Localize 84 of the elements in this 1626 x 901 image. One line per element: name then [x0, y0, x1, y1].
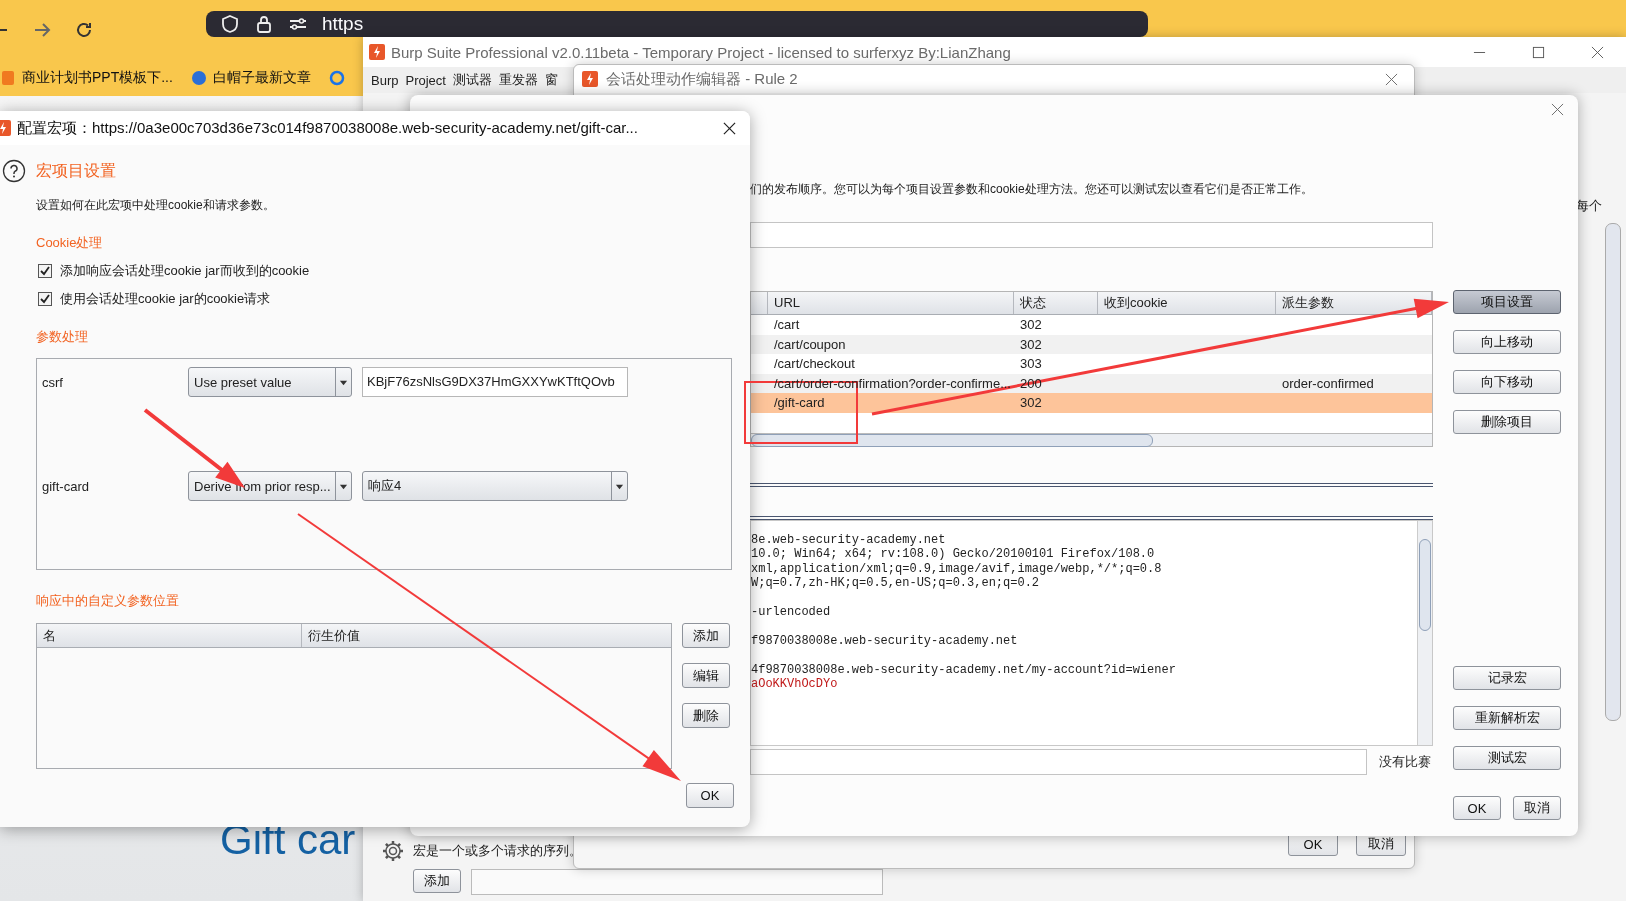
- burp-logo-icon: [369, 44, 385, 60]
- ok-button[interactable]: OK: [1453, 796, 1501, 820]
- add-button[interactable]: 添加: [413, 869, 461, 893]
- table-cell-text: /cart: [773, 316, 801, 334]
- cancel-button[interactable]: 取消: [1513, 796, 1561, 820]
- macro-button[interactable]: 记录宏: [1453, 666, 1561, 690]
- table-button[interactable]: 添加: [682, 623, 730, 648]
- description-text: 设置如何在此宏项中处理cookie和请求参数。: [36, 197, 275, 214]
- table-cell-text: 302: [1019, 394, 1043, 412]
- macro-note: 宏是一个或多个请求的序列。: [413, 842, 582, 860]
- option-text: 每个: [1576, 197, 1602, 215]
- maximize-icon[interactable]: [1532, 45, 1545, 59]
- reload-icon[interactable]: [74, 20, 94, 40]
- parameter-name: gift-card: [41, 478, 90, 494]
- menu-item[interactable]: 重发器: [498, 71, 538, 89]
- search-field[interactable]: [750, 749, 1367, 775]
- input-field[interactable]: [750, 222, 1433, 248]
- request-line: xml,application/xml;q=0.9,image/avif,image/webp,*/*;q=0.8: [751, 561, 1162, 577]
- column-header[interactable]: 状态: [1020, 295, 1046, 310]
- column-header[interactable]: 派生参数: [1282, 295, 1334, 310]
- column-header[interactable]: 收到cookie: [1104, 295, 1168, 310]
- macro-button[interactable]: 测试宏: [1453, 746, 1561, 770]
- item-button[interactable]: 向下移动: [1453, 370, 1561, 394]
- window-title: 会话处理动作编辑器 - Rule 2: [606, 69, 798, 89]
- match-status: 没有比赛: [1379, 753, 1431, 771]
- item-button[interactable]: 项目设置: [1453, 290, 1561, 314]
- bookmark[interactable]: 商业计划书PPT模板下...: [22, 69, 173, 87]
- table-cell-text: /gift-card: [773, 394, 826, 412]
- item-button[interactable]: 向上移动: [1453, 330, 1561, 354]
- macro-button[interactable]: 重新解析宏: [1453, 706, 1561, 730]
- checkbox-label: 添加响应会话处理cookie jar而收到的cookie: [60, 262, 310, 280]
- description-text: 们的发布顺序。您可以为每个项目设置参数和cookie处理方法。您还可以测试宏以查看它们是否正常工作。: [750, 181, 1314, 198]
- window-title: Burp Suite Professional v2.0.11beta - Temporary Project - licensed to surferxyz By:LianZhang: [391, 43, 1011, 61]
- value-dropdown[interactable]: 响应4: [362, 471, 628, 501]
- section-label: Cookie处理: [36, 234, 103, 252]
- table-cell-text: 303: [1019, 355, 1043, 373]
- request-line: 10.0; Win64; x64; rv:108.0) Gecko/20100101 Firefox/108.0: [751, 547, 1155, 562]
- column-header[interactable]: URL: [774, 295, 800, 310]
- request-line: 4f9870038008e.web-security-academy.net/my-account?id=wiener: [751, 662, 1176, 677]
- scrollbar[interactable]: [1417, 521, 1432, 745]
- request-line: aOoKKVhOcDYo: [751, 677, 838, 692]
- address-bar[interactable]: https: [206, 11, 1148, 37]
- request-line: W;q=0.7,zh-HK;q=0.5,en-US;q=0.3,en;q=0.2: [751, 576, 1040, 591]
- close-icon[interactable]: [723, 121, 736, 135]
- menu-item[interactable]: 测试器: [452, 71, 492, 89]
- table-cell: order-confirmed: [1282, 375, 1374, 391]
- table-button[interactable]: 编辑: [682, 663, 730, 688]
- parameter-name: csrf: [41, 374, 64, 390]
- lock-icon[interactable]: [254, 14, 274, 34]
- table-cell-text: /cart/coupon: [773, 335, 847, 354]
- item-button[interactable]: 删除项目: [1453, 410, 1561, 434]
- column-header[interactable]: 名: [37, 624, 302, 647]
- bookmark[interactable]: 白帽子最新文章: [212, 69, 311, 87]
- mode-dropdown[interactable]: Use preset value: [188, 367, 352, 397]
- request-line: -urlencoded: [751, 605, 831, 620]
- scrollbar[interactable]: [1605, 223, 1621, 721]
- ok-button[interactable]: OK: [686, 783, 734, 808]
- close-icon[interactable]: [1591, 45, 1604, 59]
- input-field[interactable]: [471, 869, 883, 895]
- section-label: 响应中的自定义参数位置: [36, 592, 179, 610]
- checkbox[interactable]: [38, 292, 52, 306]
- table-row[interactable]: /gift-card 302: [751, 393, 1432, 413]
- checkbox[interactable]: [38, 264, 52, 278]
- table-button[interactable]: 删除: [682, 703, 730, 728]
- request-line: f9870038008e.web-security-academy.net: [751, 633, 1018, 649]
- table-cell-text: 302: [1019, 335, 1043, 354]
- menu-item[interactable]: 窗: [544, 71, 558, 89]
- dialog-title: 配置宏项：https://0a3e00c703d36e73c014f9870038008e.web-security-academy.net/gift-car...: [17, 118, 638, 138]
- shield-icon[interactable]: [220, 14, 240, 34]
- menu-item[interactable]: Burp: [371, 72, 399, 88]
- table-cell-text: /cart/checkout: [773, 355, 856, 373]
- table-cell-text: /cart/order-confirmation?order-confirme...: [773, 374, 1012, 393]
- scrollbar[interactable]: [751, 433, 1432, 446]
- burp-logo-icon: [582, 71, 598, 87]
- checkbox-label: 使用会话处理cookie jar的cookie请求: [60, 290, 271, 308]
- value-field[interactable]: KBjF76zsNlsG9DX37HmGXXYwKTftQOvb: [362, 367, 628, 397]
- settings-icon: [381, 839, 405, 863]
- column-header[interactable]: 衍生价值: [302, 624, 671, 647]
- section-label: 参数处理: [36, 328, 88, 346]
- section-heading: 宏项目设置: [36, 160, 116, 181]
- request-line: 8e.web-security-academy.net: [751, 533, 946, 548]
- menu-item[interactable]: Project: [405, 72, 446, 88]
- help-icon[interactable]: [2, 159, 26, 183]
- table-cell-text: 302: [1019, 316, 1043, 334]
